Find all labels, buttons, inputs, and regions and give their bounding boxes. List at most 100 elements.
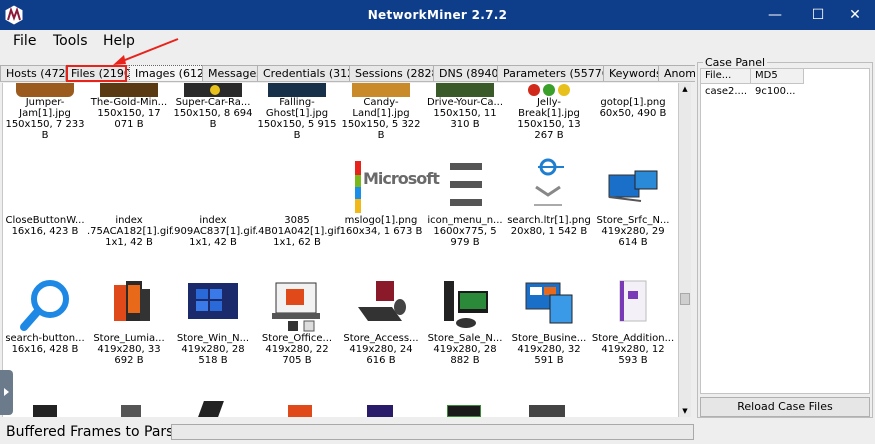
reload-case-files-button[interactable]: Reload Case Files (700, 397, 870, 417)
image-name: Drive-Your-Ca... (426, 97, 504, 108)
image-name: Candy-Land[1].jpg (352, 97, 410, 119)
thumbnail (171, 157, 255, 215)
status-bar: Buffered Frames to Parse: (0, 421, 875, 444)
thumbnail-partial (529, 405, 565, 417)
scroll-down-icon[interactable]: ▼ (679, 405, 691, 417)
thumbnail-partial (367, 405, 393, 417)
column-header-file[interactable]: File... (701, 69, 751, 84)
image-tile[interactable]: Microsoft mslogo[1].png 160x34, 1 673 B (339, 157, 440, 237)
image-tile[interactable]: Drive-Your-Ca... 150x150, 11 310 B (423, 83, 507, 130)
image-meta: 16x16, 428 B (11, 344, 79, 355)
case-panel: Case Panel File... MD5 case2.... 9c100..… (697, 56, 875, 420)
images-vertical-scrollbar[interactable]: ▲ ▼ (678, 83, 691, 417)
lumia-thumbnail (114, 281, 150, 321)
tab-anomalies[interactable]: Anoma (658, 65, 695, 81)
image-name: 3085 (284, 215, 310, 226)
image-tile[interactable]: CloseButtonW... 16x16, 423 B (3, 157, 87, 237)
image-meta: 60x50, 490 B (599, 108, 667, 119)
image-name: index (115, 215, 143, 226)
image-tile[interactable]: index .909AC837[1].gif 1x1, 42 B (171, 157, 256, 248)
image-tile[interactable]: 3085 .4B01A042[1].gif 1x1, 62 B (255, 157, 340, 248)
menu-tools[interactable]: Tools (53, 33, 88, 49)
networkminer-window: NetworkMiner 2.7.2 — ☐ ✕ File Tools Help… (0, 0, 875, 444)
image-meta: 1600x775, 5 979 B (433, 226, 497, 248)
thumbnail-partial (447, 405, 481, 417)
image-tile[interactable]: Candy-Land[1].jpg 150x150, 5 322 B (339, 83, 423, 141)
image-meta: 16x16, 423 B (11, 226, 79, 237)
search-button-thumbnail (20, 280, 69, 331)
thumbnail-partial (288, 405, 312, 417)
image-tile[interactable]: Super-Car-Ra... 150x150, 8 694 B (171, 83, 255, 130)
xbox-thumbnail (444, 281, 488, 328)
windows-thumbnail (188, 283, 238, 319)
image-meta: 20x80, 1 542 B (510, 226, 588, 237)
image-name: icon_menu_n... (427, 215, 503, 226)
additional-thumbnail (619, 280, 647, 322)
image-meta: 419x280, 12 593 B (601, 344, 665, 366)
thumbnail-partial (198, 401, 224, 417)
thumbnail (520, 83, 578, 97)
image-meta: 419x280, 33 692 B (97, 344, 161, 366)
image-name: Store_Access... (343, 333, 419, 344)
image-tile[interactable]: Falling-Ghost[1].jpg 150x150, 5 915 B (255, 83, 339, 141)
thumbnail (255, 157, 339, 215)
image-tile[interactable]: Jumper-Jam[1].jpg 150x150, 7 233 B (3, 83, 87, 141)
scroll-up-icon[interactable]: ▲ (679, 83, 691, 95)
maximize-button[interactable]: ☐ (798, 0, 838, 30)
image-tile[interactable]: icon_menu_n... 1600x775, 5 979 B (423, 157, 507, 248)
close-button[interactable]: ✕ (835, 0, 875, 30)
image-tile[interactable]: Store_Win_N... 419x280, 28 518 B (171, 277, 255, 366)
image-tile[interactable]: Store_Busine... 419x280, 32 591 B (507, 277, 591, 366)
image-meta: 419x280, 28 882 B (433, 344, 497, 366)
image-name-suffix: .909AC837[1].gif (171, 226, 256, 237)
office-thumbnail (272, 282, 320, 332)
image-name: Store_Busine... (511, 333, 587, 344)
image-tile[interactable]: Store_Srfc_N... 419x280, 29 614 B (591, 157, 675, 248)
minimize-button[interactable]: — (755, 0, 795, 30)
image-tile[interactable]: The-Gold-Min... 150x150, 17 071 B (87, 83, 171, 130)
image-name: index (199, 215, 227, 226)
title-bar: NetworkMiner 2.7.2 — ☐ ✕ (0, 0, 875, 30)
image-meta: 1x1, 62 B (273, 237, 321, 248)
image-meta: 150x150, 11 310 B (433, 108, 497, 130)
image-tile[interactable]: Store_Addition... 419x280, 12 593 B (591, 277, 675, 366)
image-tile[interactable]: gotop[1].png 60x50, 490 B (591, 83, 675, 119)
image-tile[interactable]: Jelly-Break[1].jpg 150x150, 13 267 B (507, 83, 591, 141)
image-meta: 419x280, 28 518 B (181, 344, 245, 366)
image-meta: 150x150, 8 694 B (173, 108, 253, 130)
thumbnail-partial (121, 405, 141, 417)
image-name: gotop[1].png (600, 97, 666, 108)
scroll-thumb[interactable] (680, 293, 690, 305)
case-file-md5[interactable]: 9c100... (751, 85, 831, 99)
thumbnail (604, 83, 662, 97)
tab-parameters[interactable]: Parameters (55776) (497, 65, 620, 81)
image-tile[interactable]: Store_Office... 419x280, 22 705 B (255, 277, 339, 366)
thumbnail (436, 83, 494, 97)
images-grid[interactable]: Jumper-Jam[1].jpg 150x150, 7 233 B The-G… (2, 83, 678, 417)
image-name: Super-Car-Ra... (175, 97, 251, 108)
thumbnail (87, 157, 171, 215)
image-name: CloseButtonW... (5, 215, 85, 226)
thumbnail (3, 157, 87, 215)
thumbnail-partial (33, 405, 57, 417)
image-name: Store_Office... (261, 333, 333, 344)
thumbnail (352, 83, 410, 97)
search-sprite-thumbnail (534, 158, 564, 206)
image-tile[interactable]: Store_Sale_N... 419x280, 28 882 B (423, 277, 507, 366)
image-tile[interactable]: Store_Lumia... 419x280, 33 692 B (87, 277, 171, 366)
menu-file[interactable]: File (13, 33, 36, 49)
column-header-md5[interactable]: MD5 (751, 69, 804, 84)
side-panel-handle[interactable] (0, 370, 13, 415)
case-file-name[interactable]: case2.... (701, 85, 751, 99)
accessories-thumbnail (358, 281, 406, 321)
image-tile[interactable]: Store_Access... 419x280, 24 616 B (339, 277, 423, 366)
image-tile[interactable]: search.ltr[1].png 20x80, 1 542 B (507, 157, 591, 237)
case-files-table[interactable]: File... MD5 case2.... 9c100... (700, 68, 870, 394)
image-name: Store_Sale_N... (427, 333, 503, 344)
buffered-frames-label: Buffered Frames to Parse: (6, 424, 187, 440)
image-meta: 150x150, 13 267 B (517, 119, 581, 141)
image-tile[interactable]: index .75ACA182[1].gif 1x1, 42 B (87, 157, 172, 248)
image-tile[interactable]: search-button... 16x16, 428 B (3, 277, 87, 355)
image-meta: 419x280, 32 591 B (517, 344, 581, 366)
image-name: search-button... (5, 333, 85, 344)
